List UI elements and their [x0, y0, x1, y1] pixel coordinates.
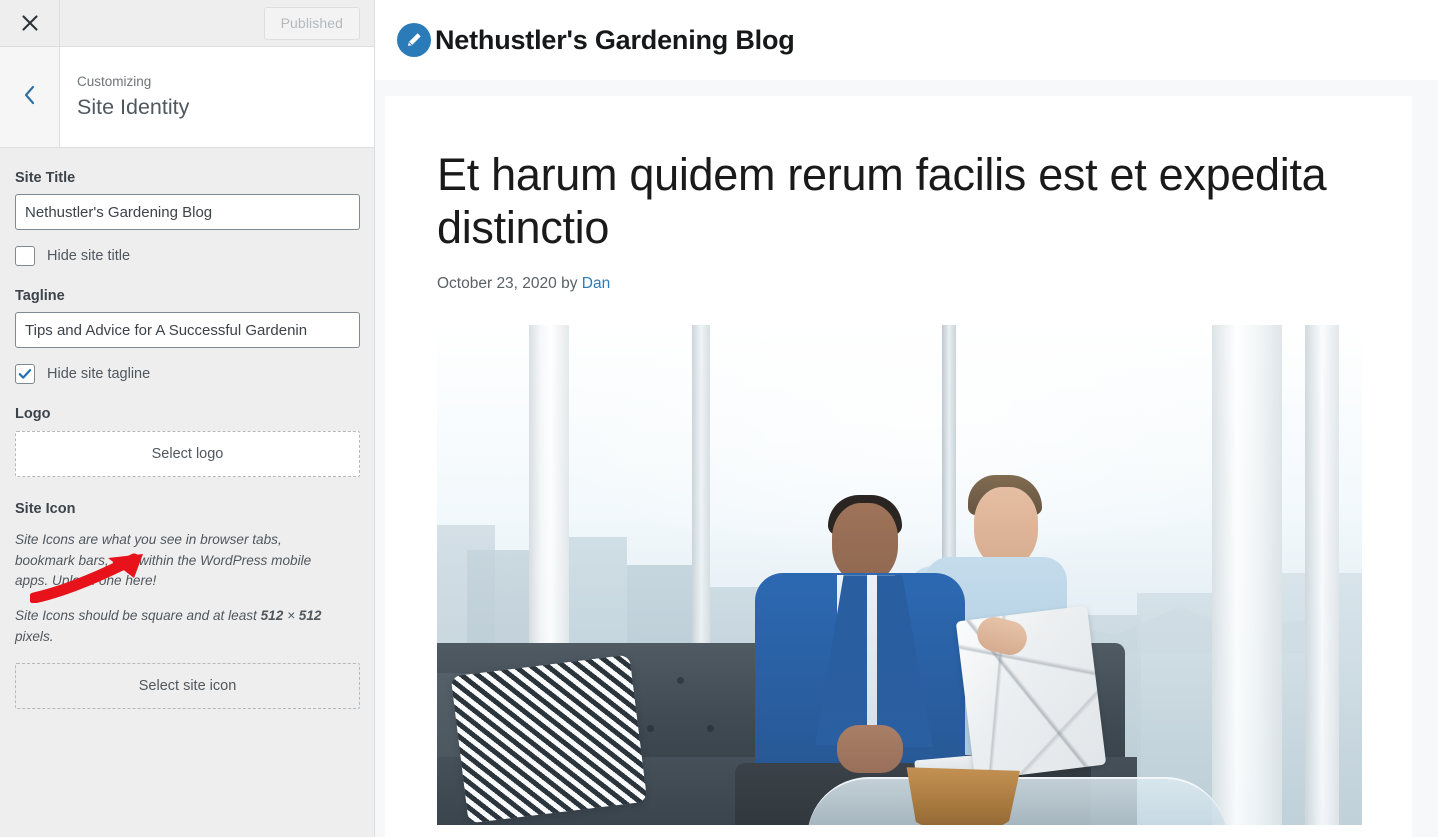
- post-by-label: by: [556, 275, 582, 293]
- preview-site-header: Nethustler's Gardening Blog: [375, 0, 1438, 80]
- checkmark-icon: [18, 367, 32, 381]
- logo-label: Logo: [15, 406, 51, 422]
- close-customizer-button[interactable]: [0, 0, 60, 46]
- post-author-link[interactable]: Dan: [582, 275, 610, 292]
- post-article: Et harum quidem rerum facilis est et exp…: [385, 96, 1412, 826]
- site-icon-help-2-after: pixels.: [15, 628, 54, 644]
- window-mullion: [1305, 325, 1339, 826]
- published-button[interactable]: Published: [263, 6, 360, 40]
- customizing-kicker: Customizing: [77, 74, 152, 90]
- customizer-controls: Site Title Hide site title Tagline: [0, 148, 374, 837]
- site-icon-min-width: 512: [260, 607, 284, 623]
- wooden-bowl: [906, 767, 1020, 826]
- site-preview-pane: Nethustler's Gardening Blog Et harum qui…: [375, 0, 1438, 837]
- hide-site-title-checkbox[interactable]: [15, 246, 35, 266]
- logo-group: Logo Select logo: [15, 406, 360, 477]
- customizer-section-header: Customizing Site Identity: [0, 47, 374, 148]
- post-meta: October 23, 2020 by Dan: [437, 275, 1360, 293]
- chevron-left-icon: [21, 84, 39, 111]
- houndstooth-pillow: [450, 654, 648, 824]
- pencil-edit-icon: [397, 23, 431, 57]
- hide-site-tagline-checkbox[interactable]: [15, 364, 35, 384]
- customizer-screen: Published Customizing Site Identity Site…: [0, 0, 1438, 837]
- person-one-head: [832, 503, 898, 584]
- site-title-input[interactable]: [15, 194, 360, 230]
- section-header-texts: Customizing Site Identity: [60, 73, 189, 121]
- post-featured-image: [437, 325, 1362, 826]
- post-date: October 23, 2020: [437, 275, 557, 293]
- site-icon-help-paragraph-1: Site Icons are what you see in browser t…: [15, 532, 312, 589]
- site-icon-group: Site Icon Site Icons are what you see in…: [15, 501, 360, 710]
- tagline-label: Tagline: [15, 288, 65, 304]
- customizer-topbar: Published: [0, 0, 374, 47]
- hide-site-title-label: Hide site title: [47, 248, 131, 264]
- hide-site-tagline-label: Hide site tagline: [47, 366, 151, 382]
- select-logo-button[interactable]: Select logo: [15, 431, 360, 477]
- window-mullion: [1212, 325, 1282, 826]
- site-icon-help-2-before: Site Icons should be square and at least: [15, 607, 261, 623]
- person-two-head: [974, 487, 1038, 568]
- site-icon-help-paragraph-2: Site Icons should be square and at least…: [15, 606, 345, 647]
- site-icon-label: Site Icon: [15, 501, 76, 517]
- select-site-icon-button[interactable]: Select site icon: [15, 663, 360, 710]
- close-icon: [20, 13, 40, 33]
- site-icon-times-symbol: ×: [283, 607, 299, 623]
- hide-site-tagline-row[interactable]: Hide site tagline: [15, 364, 359, 384]
- site-title-label: Site Title: [15, 170, 76, 186]
- site-icon-min-height: 512: [298, 607, 322, 623]
- preview-site-title: Nethustler's Gardening Blog: [435, 24, 795, 55]
- select-site-icon-wrap: Select site icon: [15, 663, 360, 710]
- hide-site-title-row[interactable]: Hide site title: [15, 246, 359, 266]
- post-title: Et harum quidem rerum facilis est et exp…: [437, 149, 1327, 254]
- section-title: Site Identity: [77, 95, 190, 119]
- person-one-hands: [837, 725, 903, 774]
- customizer-sidebar: Published Customizing Site Identity Site…: [0, 0, 375, 837]
- tagline-input[interactable]: [15, 312, 360, 348]
- preview-content-card: Et harum quidem rerum facilis est et exp…: [385, 96, 1412, 837]
- back-button[interactable]: [0, 47, 60, 147]
